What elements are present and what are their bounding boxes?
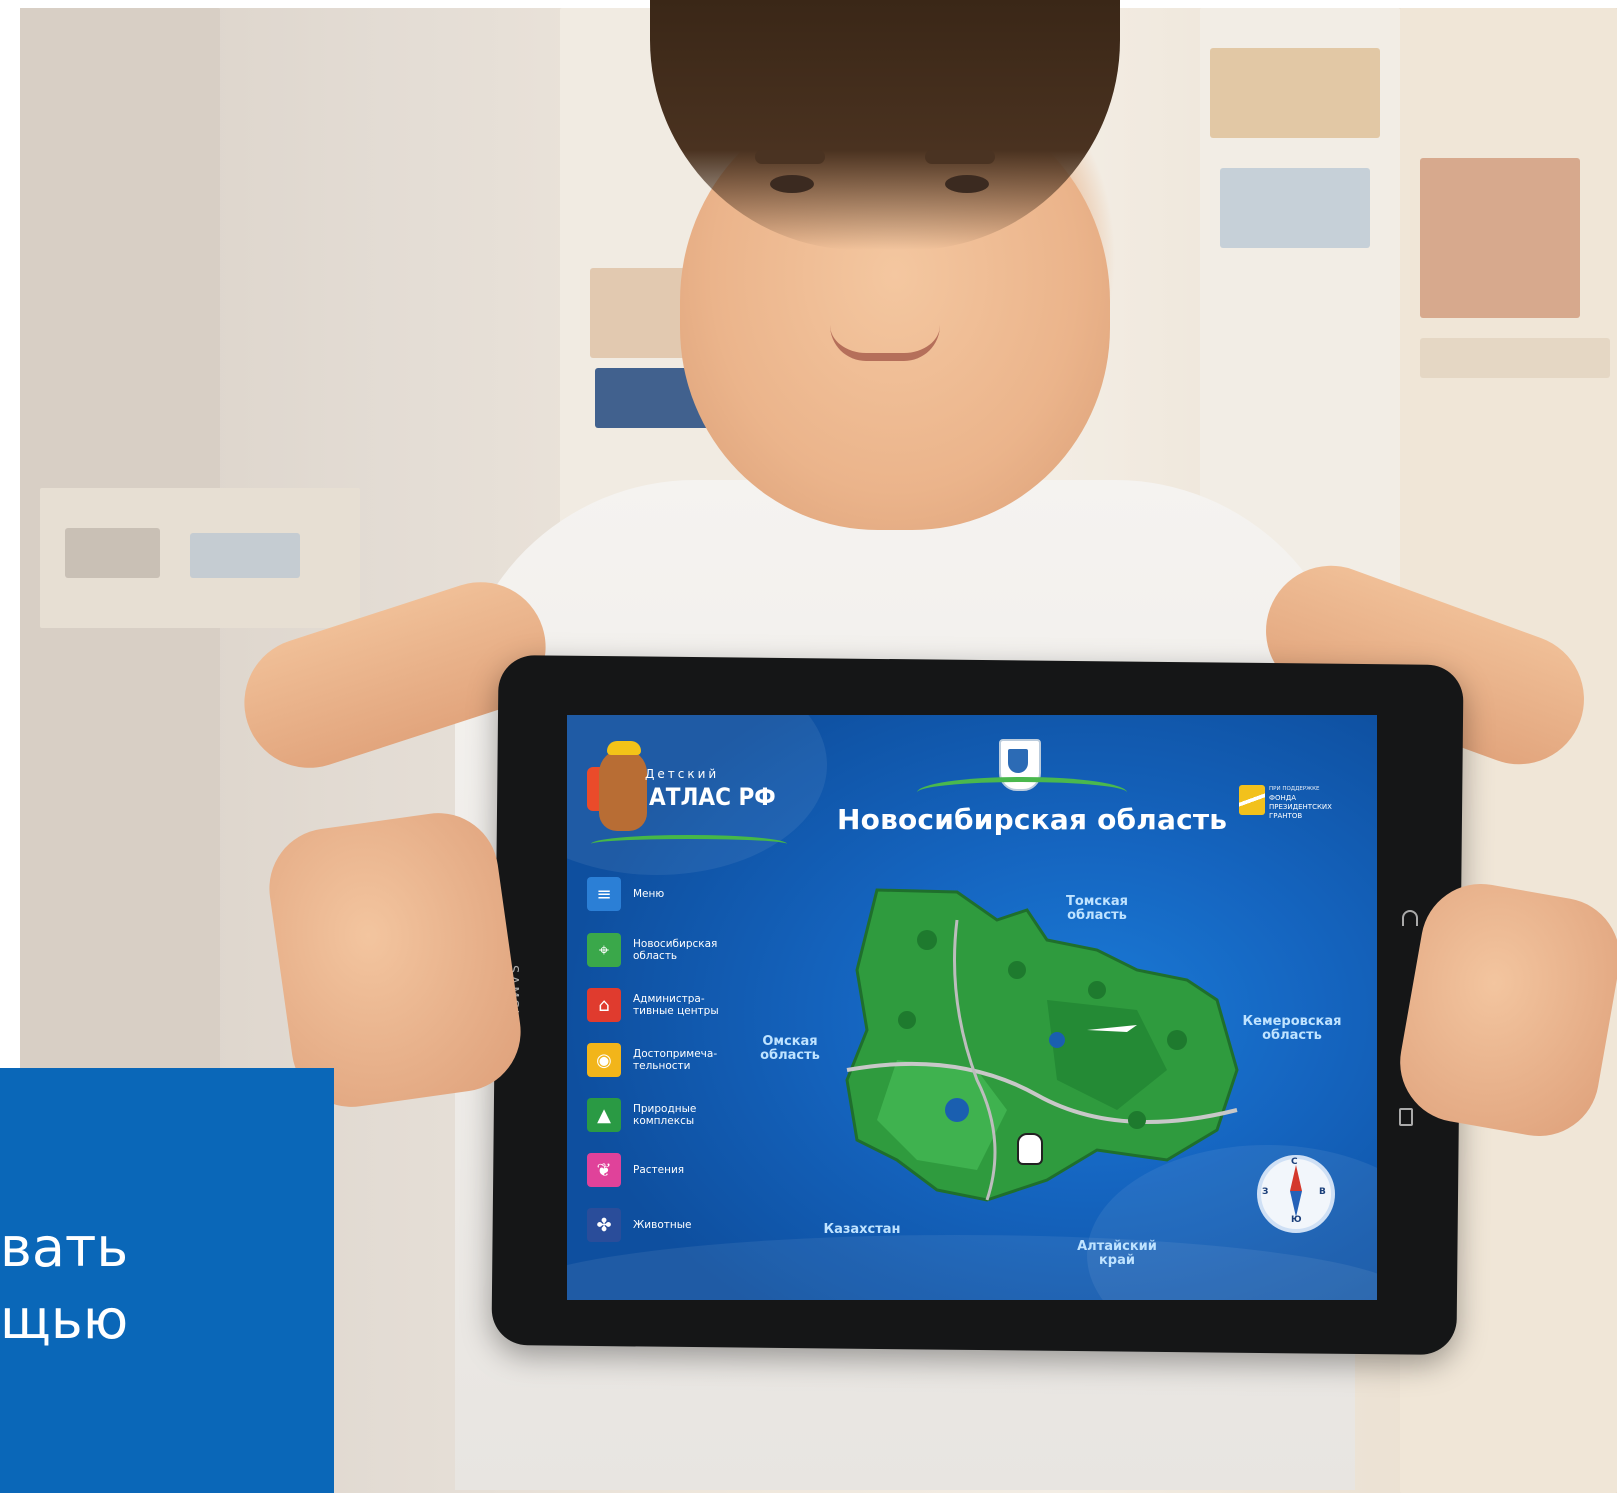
compass-north-label: С: [1291, 1157, 1298, 1167]
home-icon: ⌂: [587, 988, 621, 1022]
menu-item-admin-centers[interactable]: ⌂ Администра-тивные центры: [587, 988, 743, 1022]
tablet-home-button[interactable]: [1402, 910, 1418, 926]
shelf-item: [1420, 338, 1610, 378]
menu-item-animals[interactable]: ✤ Животные: [587, 1208, 743, 1242]
grant-line-4: ГРАНТОВ: [1269, 812, 1303, 820]
tree-icon: [898, 1011, 916, 1029]
grant-fund-text: ПРИ ПОДДЕРЖКЕ ФОНДА ПРЕЗИДЕНТСКИХ ГРАНТО…: [1269, 785, 1369, 821]
grant-line-3: ПРЕЗИДЕНТСКИХ: [1269, 803, 1332, 811]
beaver-mascot-icon: [599, 749, 647, 831]
grant-line-2: ФОНДА: [1269, 794, 1297, 802]
menu-item-label: Достопримеча-тельности: [633, 1048, 718, 1072]
leaf-icon: ❦: [587, 1153, 621, 1187]
tree-icon: [1128, 1111, 1146, 1129]
tree-icon: [917, 930, 937, 950]
tablet-back-button[interactable]: [1399, 1108, 1413, 1126]
menu-item-label: Меню: [633, 888, 665, 900]
shelf-item: [1420, 158, 1580, 318]
lake-icon: [1049, 1032, 1065, 1048]
tree-icon: [1008, 961, 1026, 979]
logo-title: АТЛАС РФ: [649, 783, 776, 811]
boy-eye: [945, 175, 989, 193]
boy-eye: [770, 175, 814, 193]
boy-brow: [755, 150, 825, 164]
menu-item-region[interactable]: ⌖ Новосибирская область: [587, 933, 743, 967]
compass-west-label: З: [1262, 1187, 1269, 1197]
logo-swoosh: [591, 835, 787, 853]
menu-item-plants[interactable]: ❦ Растения: [587, 1153, 743, 1187]
app-screen: Детский АТЛАС РФ Новосибирская область П…: [567, 715, 1377, 1300]
camera-icon: ◉: [587, 1043, 621, 1077]
compass-south-label: Ю: [1291, 1215, 1302, 1225]
menu-icon: ≡: [587, 877, 621, 911]
region-title: Новосибирская область: [837, 803, 1228, 836]
shelf-item: [1210, 48, 1380, 138]
neighbor-omsk: Омская область: [760, 1034, 820, 1063]
map-pin-icon: ⌖: [587, 933, 621, 967]
caption-line-2: щью: [0, 1288, 129, 1351]
grant-fund-logo-icon: [1239, 785, 1265, 815]
menu-item-sights[interactable]: ◉ Достопримеча-тельности: [587, 1043, 743, 1077]
hand-cursor-icon: [1017, 1133, 1043, 1165]
lake-icon: [945, 1098, 969, 1122]
shelf-item: [190, 533, 300, 578]
shelf-item: [65, 528, 160, 578]
compass-needle-south: [1290, 1191, 1302, 1217]
menu-item-label: Растения: [633, 1164, 685, 1176]
tree-icon: [1088, 981, 1106, 999]
caption-line-1: вать: [0, 1216, 129, 1279]
menu-item-label: Природные комплексы: [633, 1103, 697, 1127]
menu-item-menu[interactable]: ≡ Меню: [587, 877, 743, 911]
paw-icon: ✤: [587, 1208, 621, 1242]
menu-item-label: Администра-тивные центры: [633, 993, 719, 1017]
beaver-hat: [607, 741, 641, 755]
boy-brow: [925, 150, 995, 164]
neighbor-altai: Алтайский край: [1077, 1239, 1157, 1268]
menu-item-nature[interactable]: ▲ Природные комплексы: [587, 1098, 743, 1132]
neighbor-kazakhstan: Казахстан: [823, 1222, 901, 1237]
tree-icon: ▲: [587, 1098, 621, 1132]
menu-item-label: Новосибирская область: [633, 938, 718, 962]
compass-east-label: В: [1319, 1187, 1326, 1197]
logo-subtitle: Детский: [645, 767, 720, 781]
neighbor-kemerovo: Кемеровская область: [1242, 1014, 1342, 1043]
compass-needle-north: [1290, 1165, 1302, 1191]
menu-item-label: Животные: [633, 1219, 692, 1231]
photo-stage: SAMSUNG Детский АТЛАС РФ Новосибирская о…: [0, 0, 1617, 1493]
shelf-item: [1220, 168, 1370, 248]
grant-line-1: ПРИ ПОДДЕРЖКЕ: [1269, 786, 1320, 792]
neighbor-tomsk: Томская область: [1065, 894, 1129, 923]
caption-text: вать щью: [0, 1212, 128, 1356]
coat-of-arms-shield: [1008, 749, 1028, 773]
region-map[interactable]: [837, 880, 1257, 1230]
tree-icon: [1167, 1030, 1187, 1050]
